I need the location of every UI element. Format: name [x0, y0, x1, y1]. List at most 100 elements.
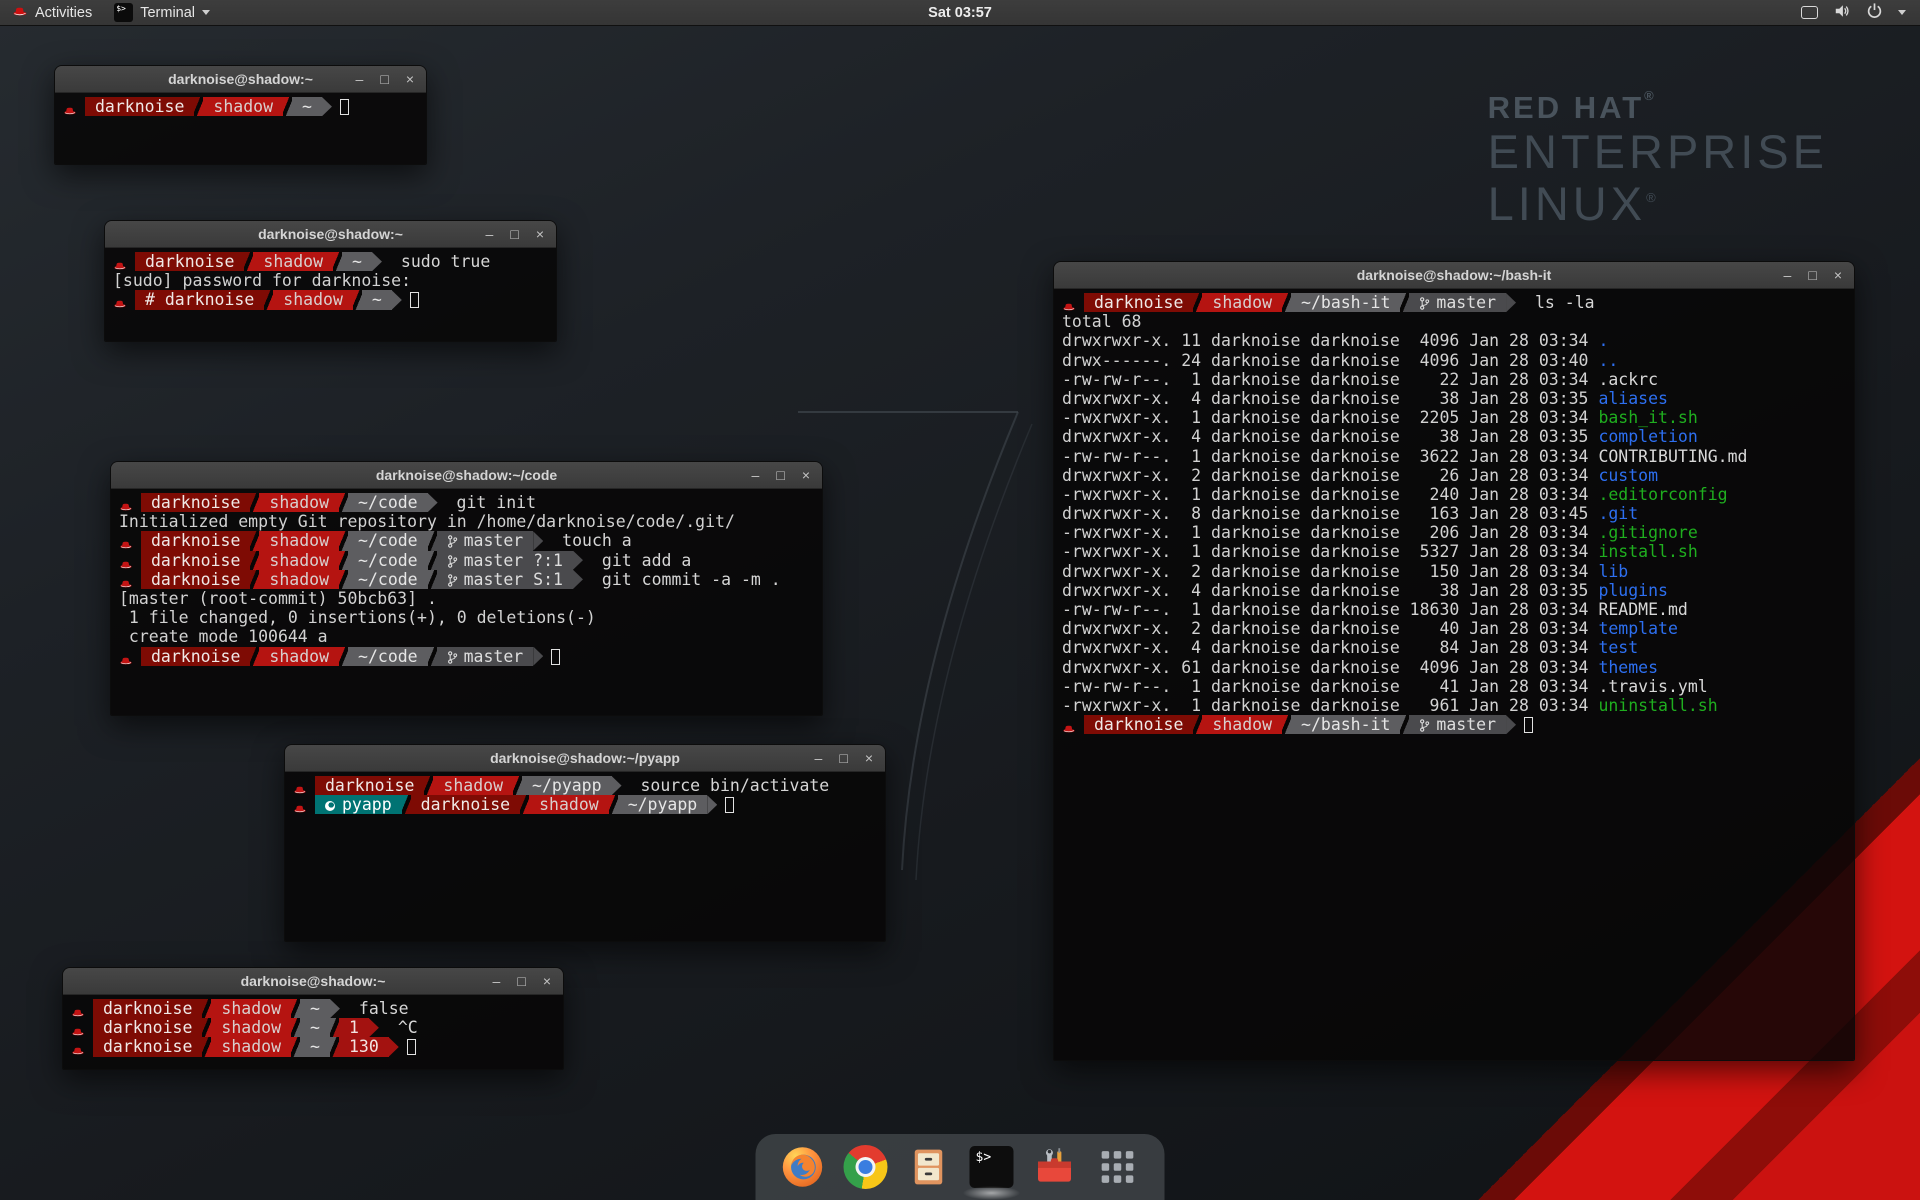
segment-separator-icon — [1282, 293, 1291, 312]
dock-chrome-icon[interactable] — [843, 1144, 889, 1190]
file-name: completion — [1598, 427, 1697, 446]
minimize-button[interactable]: – — [486, 227, 494, 241]
terminal-content[interactable]: darknoiseshadow~ — [55, 93, 426, 164]
prompt-segment-user: darknoise — [93, 1037, 202, 1056]
redhat-prompt-icon — [119, 551, 141, 570]
command-text: git init — [438, 493, 536, 512]
segment-separator-icon — [428, 551, 437, 570]
prompt-segment-path: ~ — [300, 999, 330, 1018]
prompt-segment-user: # darknoise — [135, 290, 264, 309]
file-name: README.md — [1598, 600, 1687, 619]
terminal-content[interactable]: darknoiseshadow~/bash-itmaster ls -latot… — [1054, 289, 1854, 1060]
prompt-segment-host: shadow — [273, 290, 353, 309]
segment-separator-icon — [250, 493, 259, 512]
dock-app-grid-icon[interactable] — [1095, 1144, 1141, 1190]
segment-arrow-icon — [533, 647, 543, 666]
segment-separator-icon — [428, 570, 437, 589]
terminal-content[interactable]: darknoiseshadow~ falsedarknoiseshadow~1 … — [63, 995, 563, 1069]
focused-app-menu[interactable]: $> Terminal — [104, 0, 220, 25]
ls-row: drwxrwxr-x. 4 darknoise darknoise 38 Jan… — [1062, 427, 1854, 446]
ls-row: drwxrwxr-x. 4 darknoise darknoise 84 Jan… — [1062, 638, 1854, 657]
segment-separator-icon — [291, 999, 300, 1018]
prompt-segment-path: ~ — [342, 252, 372, 271]
minimize-button[interactable]: – — [815, 751, 823, 765]
window-titlebar[interactable]: darknoise@shadow:~/pyapp –□× — [285, 745, 885, 772]
prompt-segment-git: master — [437, 647, 534, 666]
close-button[interactable]: × — [406, 72, 414, 86]
minimize-button[interactable]: – — [356, 72, 364, 86]
terminal-window-pyapp[interactable]: darknoise@shadow:~/pyapp –□× darknoisesh… — [284, 744, 886, 942]
minimize-button[interactable]: – — [1784, 268, 1792, 282]
redhat-prompt-icon — [71, 999, 93, 1018]
segment-separator-icon — [250, 531, 259, 550]
terminal-window-sudo[interactable]: darknoise@shadow:~ –□× darknoiseshadow~ … — [104, 220, 557, 342]
terminal-window-code[interactable]: darknoise@shadow:~/code –□× darknoisesha… — [110, 461, 823, 716]
terminal-content[interactable]: darknoiseshadow~/pyapp source bin/activa… — [285, 772, 885, 941]
ls-row: -rwxrwxr-x. 1 darknoise darknoise 5327 J… — [1062, 542, 1854, 561]
prompt-segment-path: ~/code — [348, 531, 428, 550]
maximize-button[interactable]: □ — [1808, 268, 1816, 282]
minimize-button[interactable]: – — [752, 468, 760, 482]
segment-separator-icon — [291, 1037, 300, 1056]
dock-files-icon[interactable] — [906, 1144, 952, 1190]
activities-button[interactable]: Activities — [0, 0, 104, 25]
segment-separator-icon — [194, 97, 203, 116]
prompt-segment-path: ~/code — [348, 647, 428, 666]
window-titlebar[interactable]: darknoise@shadow:~ –□× — [63, 968, 563, 995]
segment-separator-icon — [250, 647, 259, 666]
maximize-button[interactable]: □ — [517, 974, 525, 988]
window-title: darknoise@shadow:~ — [168, 71, 313, 87]
close-button[interactable]: × — [865, 751, 873, 765]
system-status-area[interactable] — [1801, 0, 1920, 25]
file-name: .travis.yml — [1598, 677, 1707, 696]
close-button[interactable]: × — [1834, 268, 1842, 282]
minimize-button[interactable]: – — [493, 974, 501, 988]
segment-arrow-icon — [573, 551, 583, 570]
redhat-prompt-icon — [119, 493, 141, 512]
prompt-line: # darknoiseshadow~ — [113, 290, 556, 309]
window-titlebar[interactable]: darknoise@shadow:~/bash-it –□× — [1054, 262, 1854, 289]
prompt-segment-git: master S:1 — [437, 570, 573, 589]
volume-icon — [1833, 3, 1851, 23]
prompt-segment-host: shadow — [259, 647, 339, 666]
clock[interactable]: Sat 03:57 — [0, 5, 1920, 21]
prompt-segment-user: darknoise — [315, 776, 424, 795]
terminal-window-home-1[interactable]: darknoise@shadow:~ – □ × darknoiseshadow~ — [54, 65, 427, 165]
window-titlebar[interactable]: darknoise@shadow:~ – □ × — [55, 66, 426, 93]
dock-toolbox-icon[interactable] — [1032, 1144, 1078, 1190]
prompt-segment-host: shadow — [211, 999, 291, 1018]
window-titlebar[interactable]: darknoise@shadow:~ –□× — [105, 221, 556, 248]
maximize-button[interactable]: □ — [380, 72, 388, 86]
close-button[interactable]: × — [802, 468, 810, 482]
segment-separator-icon — [424, 776, 433, 795]
maximize-button[interactable]: □ — [510, 227, 518, 241]
maximize-button[interactable]: □ — [776, 468, 784, 482]
dock-firefox-icon[interactable] — [780, 1144, 826, 1190]
segment-arrow-icon — [330, 999, 340, 1018]
prompt-segment-host: shadow — [253, 252, 333, 271]
ls-row: -rwxrwxr-x. 1 darknoise darknoise 961 Ja… — [1062, 696, 1854, 715]
prompt-segment-host: shadow — [211, 1018, 291, 1037]
terminal-window-home-2[interactable]: darknoise@shadow:~ –□× darknoiseshadow~ … — [62, 967, 564, 1070]
ls-row: drwxrwxr-x. 2 darknoise darknoise 26 Jan… — [1062, 466, 1854, 485]
command-text: sudo true — [382, 252, 490, 271]
terminal-content[interactable]: darknoiseshadow~ sudo true[sudo] passwor… — [105, 248, 556, 341]
window-titlebar[interactable]: darknoise@shadow:~/code –□× — [111, 462, 822, 489]
terminal-content[interactable]: darknoiseshadow~/code git initInitialize… — [111, 489, 822, 715]
command-text: false — [340, 999, 409, 1018]
close-button[interactable]: × — [536, 227, 544, 241]
redhat-prompt-icon — [119, 531, 141, 550]
prompt-line: darknoiseshadow~/codemaster touch a — [119, 531, 822, 550]
prompt-segment-host: shadow — [203, 97, 283, 116]
prompt-segment-host: shadow — [259, 551, 339, 570]
file-name: test — [1598, 638, 1638, 657]
close-button[interactable]: × — [543, 974, 551, 988]
dock-terminal-icon[interactable]: $> — [969, 1144, 1015, 1190]
prompt-line: darknoiseshadow~/pyapp source bin/activa… — [293, 776, 885, 795]
ls-row: -rw-rw-r--. 1 darknoise darknoise 22 Jan… — [1062, 370, 1854, 389]
terminal-window-bash-it[interactable]: darknoise@shadow:~/bash-it –□× darknoise… — [1053, 261, 1855, 1061]
maximize-button[interactable]: □ — [839, 751, 847, 765]
prompt-line: darknoiseshadow~/bash-itmaster ls -la — [1062, 293, 1854, 312]
ls-row: -rw-rw-r--. 1 darknoise darknoise 18630 … — [1062, 600, 1854, 619]
segment-separator-icon — [1400, 293, 1409, 312]
